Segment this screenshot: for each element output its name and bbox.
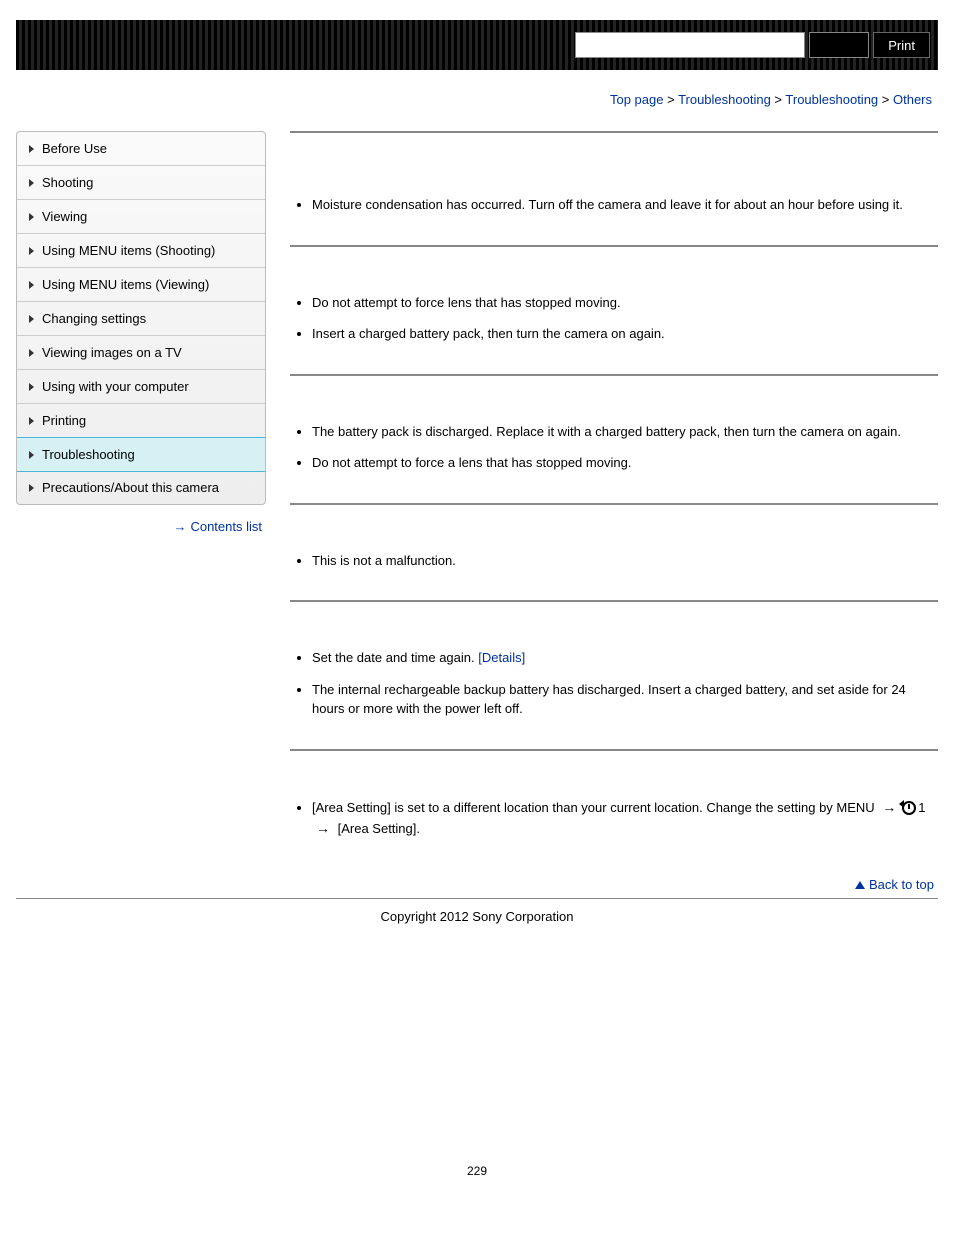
list-item: Do not attempt to force a lens that has …: [312, 453, 938, 473]
list-item: [Area Setting] is set to a different loc…: [312, 797, 938, 839]
caret-right-icon: [29, 315, 34, 323]
list-item: Moisture condensation has occurred. Turn…: [312, 195, 938, 215]
list-item: Insert a charged battery pack, then turn…: [312, 324, 938, 344]
back-to-top-wrapper: Back to top: [16, 869, 938, 898]
section: Moisture condensation has occurred. Turn…: [290, 131, 938, 245]
bullet-list: Moisture condensation has occurred. Turn…: [290, 195, 938, 215]
sidebar-item-label: Troubleshooting: [42, 447, 135, 462]
nav-menu: Before Use Shooting Viewing Using MENU item…: [16, 131, 266, 505]
caret-right-icon: [29, 451, 34, 459]
list-item: The battery pack is discharged. Replace …: [312, 422, 938, 442]
list-item: Set the date and time again. [Details]: [312, 648, 938, 668]
arrow-right-icon: →: [316, 818, 330, 839]
section: This is not a malfunction.: [290, 503, 938, 601]
sidebar-item[interactable]: Viewing: [17, 200, 265, 234]
sidebar-item[interactable]: Using MENU items (Shooting): [17, 234, 265, 268]
sidebar-item-label: Viewing: [42, 209, 87, 224]
caret-right-icon: [29, 179, 34, 187]
breadcrumb-link[interactable]: Top page: [610, 92, 664, 107]
caret-right-icon: [29, 484, 34, 492]
sidebar-item[interactable]: Using with your computer: [17, 370, 265, 404]
sidebar-item[interactable]: Troubleshooting: [16, 437, 266, 472]
copyright: Copyright 2012 Sony Corporation: [16, 898, 938, 964]
sidebar-item-label: Changing settings: [42, 311, 146, 326]
main-content: Moisture condensation has occurred. Turn…: [290, 131, 938, 869]
search-input[interactable]: [575, 32, 805, 58]
sidebar-item-label: Using MENU items (Shooting): [42, 243, 215, 258]
contents-list-link[interactable]: Contents list: [190, 519, 262, 534]
list-item: This is not a malfunction.: [312, 551, 938, 571]
sidebar-item[interactable]: Before Use: [17, 132, 265, 166]
sidebar-item[interactable]: Changing settings: [17, 302, 265, 336]
sidebar-item[interactable]: Precautions/About this camera: [17, 471, 265, 504]
sidebar-item[interactable]: Printing: [17, 404, 265, 438]
section: Do not attempt to force lens that has st…: [290, 245, 938, 374]
header-bar: Print: [16, 20, 938, 70]
caret-right-icon: [29, 145, 34, 153]
sidebar-item-label: Using MENU items (Viewing): [42, 277, 209, 292]
breadcrumb-link[interactable]: Others: [893, 92, 932, 107]
section: [Area Setting] is set to a different loc…: [290, 749, 938, 869]
bullet-list: Set the date and time again. [Details] Th…: [290, 648, 938, 719]
breadcrumb-link[interactable]: Troubleshooting: [678, 92, 771, 107]
bullet-list: This is not a malfunction.: [290, 551, 938, 571]
bullet-list: The battery pack is discharged. Replace …: [290, 422, 938, 473]
bullet-list: Do not attempt to force lens that has st…: [290, 293, 938, 344]
sidebar-item-label: Precautions/About this camera: [42, 480, 219, 495]
sidebar-item-label: Using with your computer: [42, 379, 189, 394]
section: The battery pack is discharged. Replace …: [290, 374, 938, 503]
sidebar-item-label: Shooting: [42, 175, 93, 190]
back-to-top-link[interactable]: Back to top: [869, 877, 934, 892]
sidebar-item-label: Before Use: [42, 141, 107, 156]
caret-right-icon: [29, 383, 34, 391]
arrow-right-icon: →: [173, 519, 186, 534]
sidebar-item[interactable]: Viewing images on a TV: [17, 336, 265, 370]
page-number: 229: [16, 964, 938, 1178]
breadcrumb-link[interactable]: Troubleshooting: [785, 92, 878, 107]
bullet-list: [Area Setting] is set to a different loc…: [290, 797, 938, 839]
caret-right-icon: [29, 213, 34, 221]
triangle-up-icon: [855, 881, 865, 889]
clock-icon: [902, 801, 916, 815]
caret-right-icon: [29, 417, 34, 425]
sidebar: Before Use Shooting Viewing Using MENU item…: [16, 131, 266, 548]
details-link[interactable]: [Details]: [478, 650, 525, 665]
list-item: Do not attempt to force lens that has st…: [312, 293, 938, 313]
search-button[interactable]: [809, 32, 869, 58]
sidebar-item[interactable]: Shooting: [17, 166, 265, 200]
section: Set the date and time again. [Details] Th…: [290, 600, 938, 749]
sidebar-item-label: Printing: [42, 413, 86, 428]
contents-list-link-wrapper: → Contents list: [16, 505, 266, 548]
sidebar-item-label: Viewing images on a TV: [42, 345, 182, 360]
list-item: The internal rechargeable backup battery…: [312, 680, 938, 719]
sidebar-item[interactable]: Using MENU items (Viewing): [17, 268, 265, 302]
caret-right-icon: [29, 349, 34, 357]
breadcrumb: Top page > Troubleshooting > Troubleshoo…: [16, 78, 938, 131]
print-button[interactable]: Print: [873, 32, 930, 58]
caret-right-icon: [29, 281, 34, 289]
arrow-right-icon: →: [882, 797, 896, 818]
caret-right-icon: [29, 247, 34, 255]
